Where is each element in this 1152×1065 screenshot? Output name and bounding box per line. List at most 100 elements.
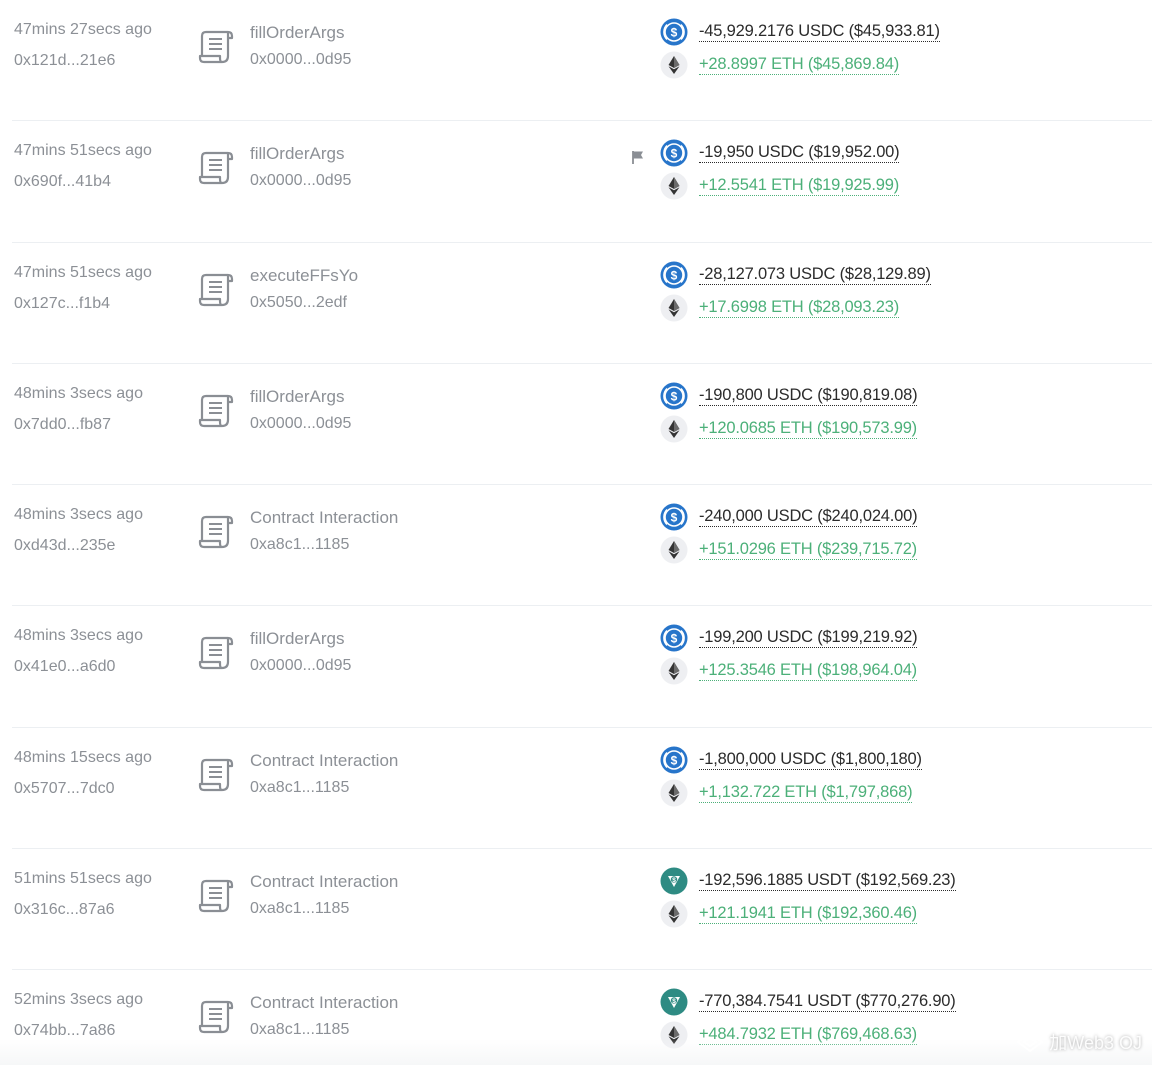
- usdc-icon: $: [660, 139, 688, 167]
- watermark: 加Web3 OJ: [1017, 1029, 1142, 1055]
- tx-hash-link[interactable]: 0x41e0...a6d0: [14, 658, 115, 676]
- token-transfer-in: +1,132.722 ETH ($1,797,868): [660, 779, 913, 807]
- eth-icon: [660, 51, 688, 79]
- token-transfer-in: +17.6998 ETH ($28,093.23): [660, 294, 899, 322]
- transfer-in-amount-link[interactable]: +1,132.722 ETH ($1,797,868): [699, 783, 913, 803]
- usdc-icon: $: [660, 503, 688, 531]
- eth-icon: [660, 1021, 688, 1049]
- tx-hash-link[interactable]: 0x5707...7dc0: [14, 780, 115, 798]
- usdt-icon: $: [660, 867, 688, 895]
- token-transfer-in: +12.5541 ETH ($19,925.99): [660, 172, 899, 200]
- token-transfer-out: $ -19,950 USDC ($19,952.00): [660, 139, 900, 167]
- method-name: fillOrderArgs: [250, 23, 345, 42]
- svg-text:$: $: [671, 268, 678, 282]
- contract-address-link[interactable]: 0xa8c1...1185: [250, 779, 349, 797]
- transfer-in-amount-link[interactable]: +17.6998 ETH ($28,093.23): [699, 298, 899, 318]
- eth-icon: [660, 294, 688, 322]
- token-transfer-out: $ -1,800,000 USDC ($1,800,180): [660, 746, 922, 774]
- transfer-out-amount-link[interactable]: -199,200 USDC ($199,219.92): [699, 628, 918, 649]
- transfer-out-amount-link[interactable]: -1,800,000 USDC ($1,800,180): [699, 750, 922, 770]
- tx-hash-link[interactable]: 0x121d...21e6: [14, 52, 115, 70]
- method-name: fillOrderArgs: [250, 144, 345, 164]
- token-transfer-in: +121.1941 ETH ($192,360.46): [660, 900, 917, 928]
- svg-text:$: $: [671, 26, 678, 40]
- transfer-in-amount-link[interactable]: +28.8997 ETH ($45,869.84): [699, 55, 899, 75]
- svg-text:$: $: [672, 998, 676, 1005]
- transfer-out-amount-link[interactable]: -190,800 USDC ($190,819.08): [699, 386, 918, 406]
- usdc-icon: $: [660, 624, 688, 652]
- transaction-row: 48mins 3secs ago 0xd43d...235e Contract …: [0, 485, 1152, 607]
- token-transfer-in: +120.0685 ETH ($190,573.99): [660, 415, 917, 443]
- scroll-document-icon: [198, 1001, 234, 1034]
- scroll-document-icon: [198, 879, 234, 913]
- contract-address-link[interactable]: 0x0000...0d95: [250, 51, 351, 69]
- eth-icon: [660, 779, 688, 807]
- transfer-out-amount-link[interactable]: -28,127.073 USDC ($28,129.89): [699, 265, 931, 285]
- svg-text:$: $: [671, 632, 678, 646]
- transfer-out-amount-link[interactable]: -45,929.2176 USDC ($45,933.81): [699, 22, 940, 42]
- contract-address-link[interactable]: 0x0000...0d95: [250, 415, 351, 433]
- svg-text:$: $: [671, 753, 678, 767]
- method-name: Contract Interaction: [250, 993, 399, 1013]
- contract-address-link[interactable]: 0x0000...0d95: [250, 657, 351, 675]
- tx-age: 51mins 51secs ago: [14, 870, 152, 888]
- scroll-document-icon: [198, 758, 234, 791]
- contract-address-link[interactable]: 0x0000...0d95: [250, 172, 351, 190]
- transaction-row: 47mins 51secs ago 0x127c...f1b4 executeF…: [0, 243, 1152, 365]
- tx-hash-link[interactable]: 0xd43d...235e: [14, 537, 115, 555]
- scroll-document-icon: [198, 516, 234, 549]
- contract-address-link[interactable]: 0xa8c1...1185: [250, 900, 349, 918]
- transfer-in-amount-link[interactable]: +151.0296 ETH ($239,715.72): [699, 540, 917, 561]
- transaction-list: 47mins 27secs ago 0x121d...21e6 fillOrde…: [0, 0, 1152, 1065]
- tx-hash-link[interactable]: 0x316c...87a6: [14, 901, 115, 919]
- transfer-in-amount-link[interactable]: +121.1941 ETH ($192,360.46): [699, 904, 917, 925]
- token-transfer-in: +151.0296 ETH ($239,715.72): [660, 536, 917, 564]
- transaction-row: 48mins 3secs ago 0x7dd0...fb87 fillOrder…: [0, 364, 1152, 486]
- svg-text:$: $: [671, 389, 678, 403]
- transfer-out-amount-link[interactable]: -192,596.1885 USDT ($192,569.23): [699, 871, 956, 892]
- scroll-document-icon: [198, 273, 234, 306]
- method-name: executeFFsYo: [250, 265, 359, 285]
- transfer-in-amount-link[interactable]: +12.5541 ETH ($19,925.99): [699, 176, 899, 197]
- token-transfer-out: $ -28,127.073 USDC ($28,129.89): [660, 261, 931, 289]
- token-transfer-out: $ -240,000 USDC ($240,024.00): [660, 503, 918, 531]
- tx-hash-link[interactable]: 0x7dd0...fb87: [14, 416, 111, 434]
- flag-icon[interactable]: [630, 149, 646, 165]
- tx-age: 47mins 51secs ago: [14, 142, 152, 160]
- svg-text:$: $: [671, 511, 678, 525]
- token-transfer-out: $ -199,200 USDC ($199,219.92): [660, 624, 918, 652]
- tx-hash-link[interactable]: 0x74bb...7a86: [14, 1022, 115, 1040]
- token-transfer-out: $ -45,929.2176 USDC ($45,933.81): [660, 18, 940, 46]
- tx-age: 52mins 3secs ago: [14, 991, 143, 1009]
- tx-hash-link[interactable]: 0x127c...f1b4: [14, 295, 110, 313]
- contract-address-link[interactable]: 0x5050...2edf: [250, 294, 347, 312]
- transfer-in-amount-link[interactable]: +484.7932 ETH ($769,468.63): [699, 1025, 917, 1046]
- scroll-document-icon: [198, 394, 234, 427]
- tx-age: 48mins 15secs ago: [14, 748, 152, 766]
- tx-age: 48mins 3secs ago: [14, 506, 143, 524]
- transfer-in-amount-link[interactable]: +120.0685 ETH ($190,573.99): [699, 419, 917, 439]
- token-transfer-out: $ -190,800 USDC ($190,819.08): [660, 382, 918, 410]
- transfer-out-amount-link[interactable]: -770,384.7541 USDT ($770,276.90): [699, 992, 956, 1013]
- token-transfer-in: +28.8997 ETH ($45,869.84): [660, 51, 899, 79]
- transfer-out-amount-link[interactable]: -240,000 USDC ($240,024.00): [699, 507, 918, 528]
- usdc-icon: $: [660, 382, 688, 410]
- svg-text:$: $: [672, 877, 676, 884]
- transfer-out-amount-link[interactable]: -19,950 USDC ($19,952.00): [699, 143, 900, 164]
- transfer-in-amount-link[interactable]: +125.3546 ETH ($198,964.04): [699, 661, 917, 682]
- token-transfer-out: $ -770,384.7541 USDT ($770,276.90): [660, 988, 956, 1016]
- scroll-document-icon: [198, 637, 234, 670]
- contract-address-link[interactable]: 0xa8c1...1185: [250, 1021, 349, 1039]
- transaction-row: 52mins 3secs ago 0x74bb...7a86 Contract …: [0, 970, 1152, 1065]
- tx-age: 48mins 3secs ago: [14, 384, 143, 402]
- tx-age: 48mins 3secs ago: [14, 627, 143, 645]
- token-transfer-in: +484.7932 ETH ($769,468.63): [660, 1021, 917, 1049]
- tx-age: 47mins 51secs ago: [14, 263, 152, 281]
- eth-icon: [660, 536, 688, 564]
- contract-address-link[interactable]: 0xa8c1...1185: [250, 536, 349, 554]
- method-name: Contract Interaction: [250, 872, 399, 892]
- tx-hash-link[interactable]: 0x690f...41b4: [14, 173, 111, 191]
- token-transfer-in: +125.3546 ETH ($198,964.04): [660, 657, 917, 685]
- token-transfer-out: $ -192,596.1885 USDT ($192,569.23): [660, 867, 956, 895]
- method-name: Contract Interaction: [250, 508, 399, 528]
